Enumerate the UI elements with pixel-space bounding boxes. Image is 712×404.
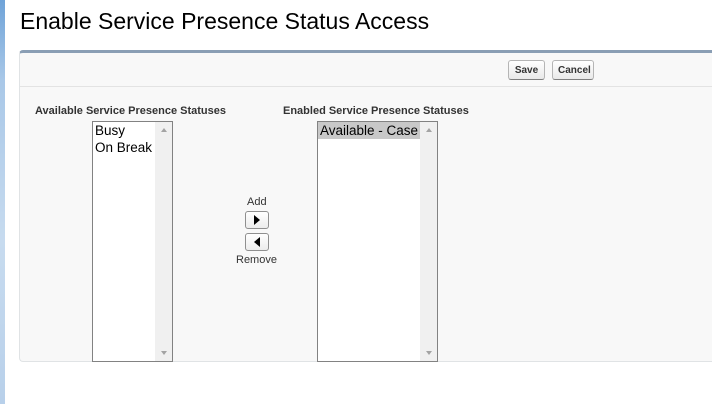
scroll-up-icon[interactable] xyxy=(155,123,172,137)
enabled-statuses-listbox[interactable]: Available - Case xyxy=(317,121,438,362)
page-title: Enable Service Presence Status Access xyxy=(20,8,430,34)
available-scrollbar[interactable] xyxy=(155,122,172,361)
available-statuses-label: Available Service Presence Statuses xyxy=(35,105,226,117)
add-label: Add xyxy=(247,196,267,208)
enabled-item-available-case[interactable]: Available - Case xyxy=(318,122,420,139)
cancel-button[interactable]: Cancel xyxy=(552,60,594,80)
triangle-left-icon xyxy=(254,237,260,247)
scroll-down-icon[interactable] xyxy=(420,346,437,360)
enabled-scrollbar[interactable] xyxy=(420,122,437,361)
available-item-on-break[interactable]: On Break xyxy=(93,139,155,156)
left-edge-strip xyxy=(0,0,5,404)
scroll-down-icon[interactable] xyxy=(155,346,172,360)
duel-select-panel: Save Cancel Available Service Presence S… xyxy=(19,50,712,362)
enabled-statuses-label: Enabled Service Presence Statuses xyxy=(283,105,469,117)
remove-label: Remove xyxy=(236,254,277,266)
triangle-right-icon xyxy=(254,215,260,225)
remove-button[interactable] xyxy=(245,233,269,251)
add-button[interactable] xyxy=(245,211,269,229)
available-statuses-listbox[interactable]: Busy On Break xyxy=(92,121,173,362)
scroll-up-icon[interactable] xyxy=(420,123,437,137)
button-row: Save Cancel xyxy=(20,53,712,87)
available-item-busy[interactable]: Busy xyxy=(93,122,155,139)
save-button[interactable]: Save xyxy=(508,60,545,80)
